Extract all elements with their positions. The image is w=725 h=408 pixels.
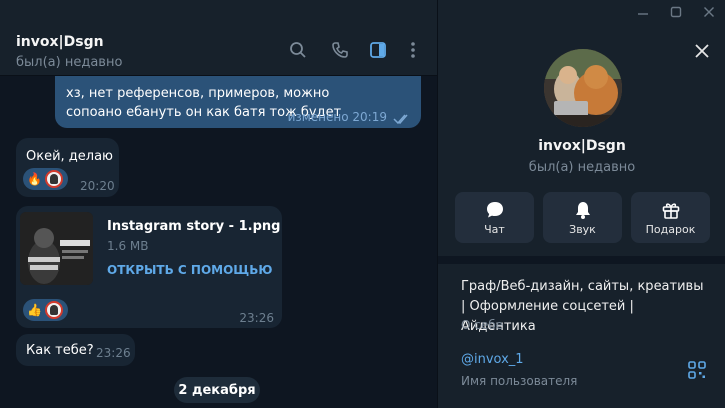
reaction-badge[interactable]: 👍 (23, 299, 68, 321)
reactor-avatar (45, 170, 63, 188)
file-message[interactable]: Instagram story - 1.png 1.6 MB ОТКРЫТЬ С… (16, 206, 282, 328)
chat-title[interactable]: invox|Dsgn (16, 34, 104, 50)
profile-status: был(а) недавно (528, 160, 636, 175)
gift-action-button[interactable]: Подарок (631, 192, 710, 243)
close-icon[interactable] (694, 43, 710, 63)
username-caption: Имя пользователя (461, 374, 578, 388)
profile-avatar[interactable] (544, 49, 622, 127)
file-thumbnail[interactable] (20, 212, 93, 285)
telegram-window: хз, нет референсов, примеров, можно сопо… (0, 0, 725, 408)
more-menu-icon[interactable] (403, 40, 423, 60)
message-text: Окей, делаю (26, 149, 114, 164)
message-time: изменено 20:19 (287, 110, 387, 124)
qr-code-icon[interactable] (688, 361, 706, 379)
chat-action-label: Чат (484, 223, 505, 236)
open-with-link[interactable]: ОТКРЫТЬ С ПОМОЩЬЮ (107, 263, 272, 277)
incoming-message[interactable]: Окей, делаю 🔥 20:20 (16, 138, 119, 197)
message-time: 23:26 (239, 311, 274, 325)
chat-panel: хз, нет референсов, примеров, можно сопо… (0, 0, 437, 408)
title-bar (0, 0, 437, 24)
profile-panel: invox|Dsgn был(а) недавно Чат Звук Подар… (437, 0, 725, 408)
phone-icon[interactable] (330, 40, 350, 60)
message-time: 23:26 (96, 346, 131, 360)
sound-action-label: Звук (569, 223, 596, 236)
sound-action-button[interactable]: Звук (543, 192, 622, 243)
message-time: 20:20 (80, 179, 115, 193)
file-size: 1.6 MB (107, 239, 149, 253)
chat-action-button[interactable]: Чат (455, 192, 534, 243)
minimize-icon[interactable] (634, 4, 652, 20)
bio-caption: О себе (461, 318, 504, 332)
reaction-badge[interactable]: 🔥 (23, 168, 68, 190)
chat-bubble-icon (455, 200, 534, 220)
message-text: Как тебе? (26, 343, 94, 358)
profile-name: invox|Dsgn (538, 138, 626, 154)
reaction-emoji: 🔥 (27, 172, 42, 186)
chat-header[interactable]: invox|Dsgn был(а) недавно (0, 24, 437, 76)
section-divider (438, 256, 725, 264)
bell-icon (543, 200, 622, 220)
sidebar-toggle-icon[interactable] (368, 40, 388, 60)
date-separator: 2 декабря (174, 377, 260, 403)
gift-action-label: Подарок (645, 223, 696, 236)
window-close-icon[interactable] (700, 4, 718, 20)
incoming-message[interactable]: Как тебе? 23:26 (16, 334, 135, 366)
file-name[interactable]: Instagram story - 1.png (107, 219, 280, 234)
maximize-icon[interactable] (667, 4, 685, 20)
search-icon[interactable] (288, 40, 308, 60)
double-check-icon (393, 110, 411, 129)
chat-status: был(а) недавно (16, 55, 123, 70)
reactor-avatar (45, 301, 63, 319)
reaction-emoji: 👍 (27, 303, 42, 317)
gift-icon (631, 200, 710, 220)
profile-username[interactable]: @invox_1 (461, 352, 524, 367)
